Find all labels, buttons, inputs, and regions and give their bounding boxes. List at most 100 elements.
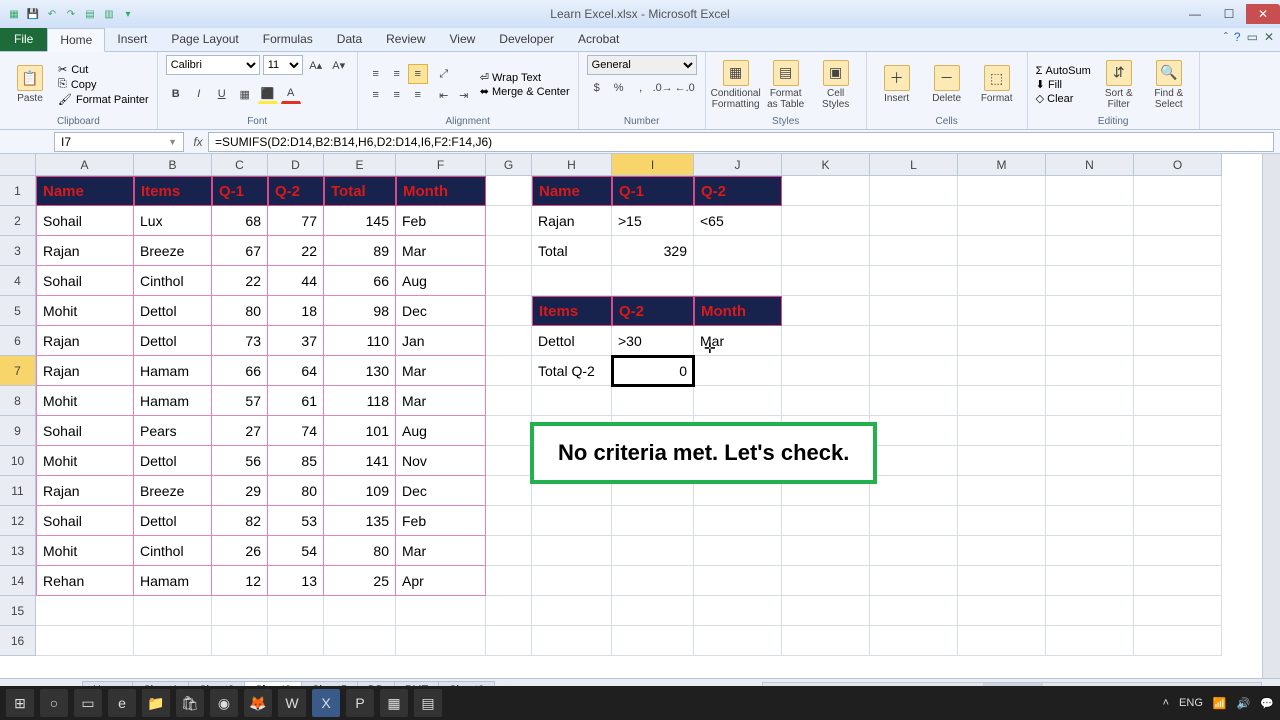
cell-I3[interactable]: 329 [612,236,694,266]
cell-A11[interactable]: Rajan [36,476,134,506]
window-close-icon[interactable]: ✕ [1264,30,1274,44]
cell-A16[interactable] [36,626,134,656]
cell-K14[interactable] [782,566,870,596]
tray-lang[interactable]: ENG [1179,697,1203,709]
increase-indent-icon[interactable]: ⇥ [454,85,474,105]
align-right-icon[interactable]: ≡ [408,85,428,105]
autosum-button[interactable]: Σ AutoSum [1036,65,1091,77]
cell-N15[interactable] [1046,596,1134,626]
cell-O12[interactable] [1134,506,1222,536]
cell-M2[interactable] [958,206,1046,236]
cell-D12[interactable]: 53 [268,506,324,536]
cell-N2[interactable] [1046,206,1134,236]
cell-F15[interactable] [396,596,486,626]
cell-E1[interactable]: Total [324,176,396,206]
close-button[interactable]: ✕ [1246,4,1280,24]
column-header-J[interactable]: J [694,154,782,176]
cell-D15[interactable] [268,596,324,626]
cell-O15[interactable] [1134,596,1222,626]
cell-J8[interactable] [694,386,782,416]
cell-E13[interactable]: 80 [324,536,396,566]
cell-H2[interactable]: Rajan [532,206,612,236]
cell-A5[interactable]: Mohit [36,296,134,326]
cell-N3[interactable] [1046,236,1134,266]
cell-K13[interactable] [782,536,870,566]
firefox-icon[interactable]: 🦊 [244,689,272,717]
cell-K2[interactable] [782,206,870,236]
cell-B7[interactable]: Hamam [134,356,212,386]
cell-K7[interactable] [782,356,870,386]
cell-B9[interactable]: Pears [134,416,212,446]
format-as-table-button[interactable]: ▤Format as Table [764,60,808,110]
cell-E12[interactable]: 135 [324,506,396,536]
qat-more-icon[interactable]: ▾ [120,6,136,22]
save-icon[interactable]: 💾 [25,6,41,22]
cell-D8[interactable]: 61 [268,386,324,416]
row-header-7[interactable]: 7 [0,356,36,386]
cell-E2[interactable]: 145 [324,206,396,236]
notifications-icon[interactable]: 💬 [1260,697,1274,710]
chrome-icon[interactable]: ◉ [210,689,238,717]
cell-M4[interactable] [958,266,1046,296]
row-header-12[interactable]: 12 [0,506,36,536]
fx-icon[interactable]: fx [188,135,208,149]
cut-button[interactable]: ✂ Cut [58,63,149,76]
cell-K15[interactable] [782,596,870,626]
spreadsheet-grid[interactable]: ABCDEFGHIJKLMNO 12345678910111213141516 … [0,154,1280,678]
cell-E10[interactable]: 141 [324,446,396,476]
window-restore-icon[interactable]: ▭ [1247,30,1258,44]
cell-L13[interactable] [870,536,958,566]
vertical-scrollbar[interactable] [1262,154,1280,678]
column-header-L[interactable]: L [870,154,958,176]
cell-B16[interactable] [134,626,212,656]
cell-O3[interactable] [1134,236,1222,266]
cell-D4[interactable]: 44 [268,266,324,296]
cell-L9[interactable] [870,416,958,446]
decrease-font-icon[interactable]: A▾ [329,55,349,75]
cell-H12[interactable] [532,506,612,536]
cell-F9[interactable]: Aug [396,416,486,446]
formula-input[interactable]: =SUMIFS(D2:D14,B2:B14,H6,D2:D14,I6,F2:F1… [208,132,1274,152]
cell-E9[interactable]: 101 [324,416,396,446]
cell-M16[interactable] [958,626,1046,656]
cell-C15[interactable] [212,596,268,626]
cell-F13[interactable]: Mar [396,536,486,566]
column-header-C[interactable]: C [212,154,268,176]
cell-G4[interactable] [486,266,532,296]
cell-G15[interactable] [486,596,532,626]
cell-D6[interactable]: 37 [268,326,324,356]
cell-A1[interactable]: Name [36,176,134,206]
cell-I1[interactable]: Q-1 [612,176,694,206]
cell-E15[interactable] [324,596,396,626]
cell-C13[interactable]: 26 [212,536,268,566]
cell-C9[interactable]: 27 [212,416,268,446]
cell-C12[interactable]: 82 [212,506,268,536]
tab-formulas[interactable]: Formulas [251,28,325,51]
comma-icon[interactable]: , [631,78,651,98]
cell-C2[interactable]: 68 [212,206,268,236]
cell-O9[interactable] [1134,416,1222,446]
cell-F5[interactable]: Dec [396,296,486,326]
cell-I15[interactable] [612,596,694,626]
wrap-text-button[interactable]: ⏎ Wrap Text [480,71,570,84]
tab-home[interactable]: Home [47,28,105,52]
insert-cells-button[interactable]: ＋Insert [875,65,919,104]
tab-acrobat[interactable]: Acrobat [566,28,631,51]
italic-button[interactable]: I [189,84,209,104]
cell-L12[interactable] [870,506,958,536]
cell-A15[interactable] [36,596,134,626]
cell-O16[interactable] [1134,626,1222,656]
column-header-K[interactable]: K [782,154,870,176]
cell-A12[interactable]: Sohail [36,506,134,536]
orientation-icon[interactable]: ⤢ [434,64,454,84]
column-header-G[interactable]: G [486,154,532,176]
cell-C4[interactable]: 22 [212,266,268,296]
cell-F7[interactable]: Mar [396,356,486,386]
column-header-E[interactable]: E [324,154,396,176]
cell-B2[interactable]: Lux [134,206,212,236]
align-left-icon[interactable]: ≡ [366,85,386,105]
file-tab[interactable]: File [0,28,47,51]
cell-G8[interactable] [486,386,532,416]
cell-M7[interactable] [958,356,1046,386]
cell-O6[interactable] [1134,326,1222,356]
